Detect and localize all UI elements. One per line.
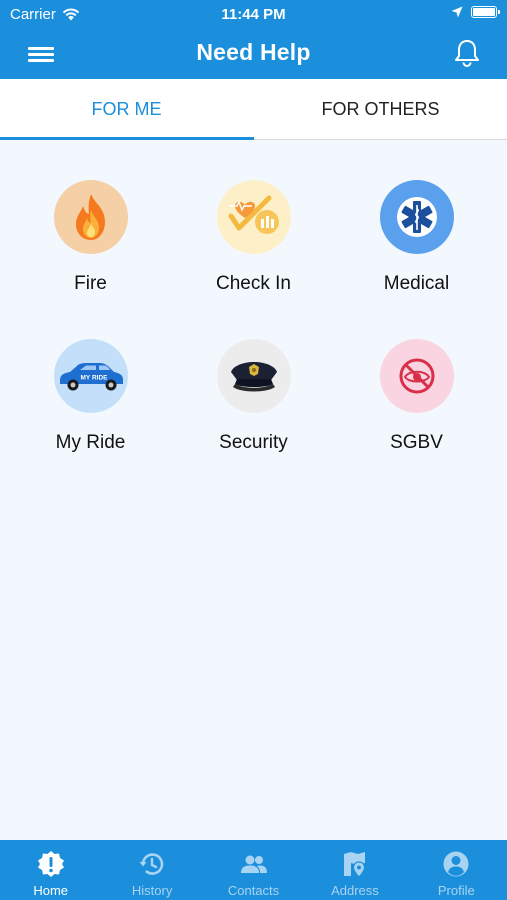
- police-cap-icon: [217, 339, 291, 413]
- nav-address[interactable]: Address: [304, 840, 405, 900]
- status-time: 11:44 PM: [221, 6, 286, 23]
- nav-label: Contacts: [227, 883, 280, 898]
- battery-icon: [471, 6, 500, 18]
- tab-for-me[interactable]: FOR ME: [0, 79, 253, 140]
- car-badge-text: MY RIDE: [81, 375, 109, 382]
- category-my-ride[interactable]: MY RIDE My Ride: [6, 299, 175, 453]
- category-label: Security: [219, 432, 288, 453]
- history-icon: [139, 853, 164, 875]
- category-label: Check In: [216, 273, 291, 294]
- category-fire[interactable]: Fire: [6, 140, 175, 294]
- nav-label: Profile: [437, 883, 475, 898]
- category-sgbv[interactable]: SGBV: [332, 299, 501, 453]
- segment-tabs: FOR ME FOR OTHERS: [0, 79, 507, 140]
- nav-contacts[interactable]: Contacts: [203, 840, 304, 900]
- alert-badge-icon: [37, 851, 64, 877]
- tab-for-others[interactable]: FOR OTHERS: [254, 79, 507, 140]
- car-icon: MY RIDE: [54, 339, 128, 413]
- bell-icon[interactable]: [451, 38, 483, 68]
- nav-history[interactable]: History: [101, 840, 202, 900]
- check-in-icon: [217, 180, 291, 254]
- address-icon: [343, 852, 366, 878]
- no-violence-icon: [380, 339, 454, 413]
- category-label: SGBV: [390, 432, 443, 453]
- category-check-in[interactable]: Check In: [169, 140, 338, 294]
- profile-icon: [443, 851, 469, 877]
- page-title: Need Help: [196, 39, 311, 65]
- nav-home[interactable]: Home: [0, 840, 101, 900]
- category-label: Medical: [383, 273, 450, 294]
- category-label: My Ride: [55, 432, 126, 453]
- contacts-icon: [240, 855, 267, 873]
- category-label: Fire: [74, 273, 107, 294]
- medical-star-icon: [380, 180, 454, 254]
- nav-label: Address: [331, 883, 379, 898]
- nav-label: History: [131, 883, 173, 898]
- nav-label: Home: [33, 883, 69, 898]
- location-arrow-icon: [451, 6, 463, 18]
- nav-bar: Need Help: [0, 28, 507, 79]
- nav-profile[interactable]: Profile: [406, 840, 507, 900]
- category-security[interactable]: Security: [169, 299, 338, 453]
- status-icons: [451, 6, 500, 18]
- fire-icon: [54, 180, 128, 254]
- bottom-tab-bar: Home History Contacts Address Profile: [0, 840, 507, 900]
- category-medical[interactable]: Medical: [332, 140, 501, 294]
- status-bar: Carrier 11:44 PM: [0, 0, 507, 28]
- app-header: Carrier 11:44 PM Need Help: [0, 0, 507, 79]
